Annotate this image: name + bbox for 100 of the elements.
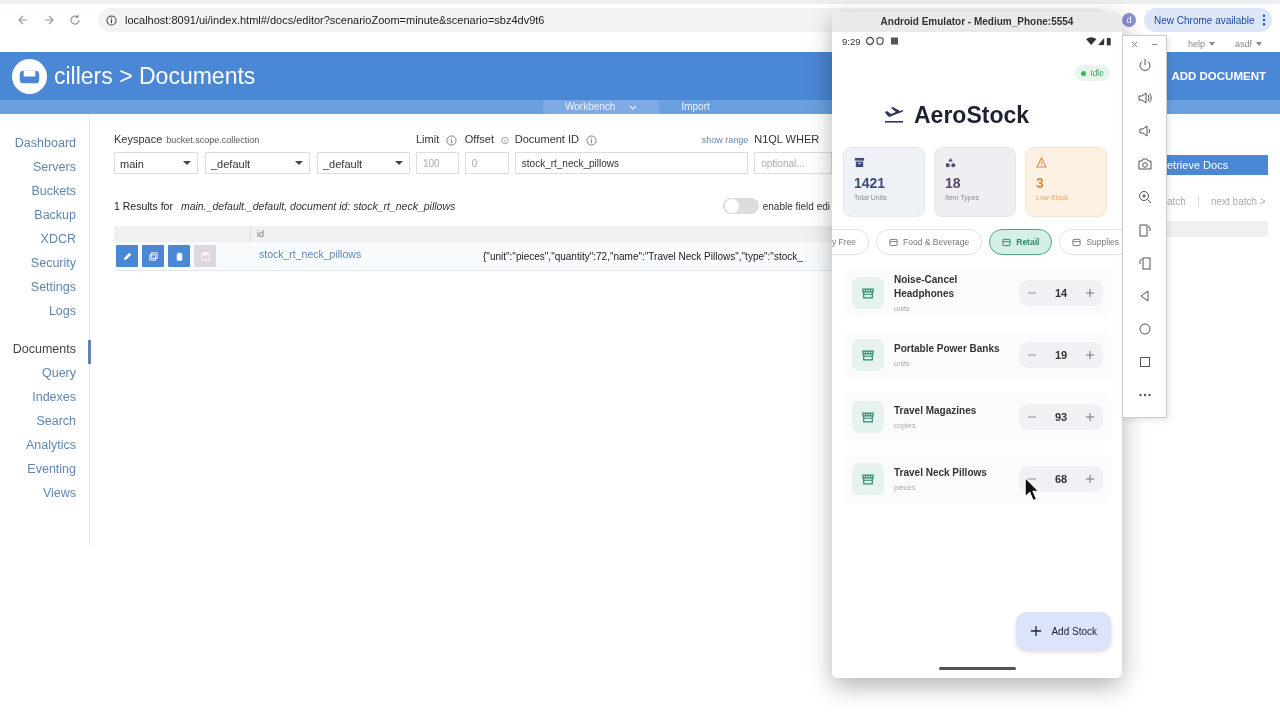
keyspace-hint: bucket.scope.collection [166, 135, 260, 145]
results-detail: main._default._default, document id: stock_rt_neck_pillows [180, 200, 456, 212]
status-icons [864, 36, 899, 46]
where-label: N1QL WHER [754, 133, 820, 145]
sidebar-item[interactable]: Dashboard [14, 134, 91, 158]
update-button[interactable]: New Chrome available [1144, 8, 1272, 32]
sidebar-item[interactable]: Servers [32, 158, 91, 182]
keyspace-select[interactable]: main [114, 152, 198, 174]
info-icon[interactable] [106, 14, 117, 26]
sidebar-item[interactable]: Search [36, 412, 91, 436]
rotate-right-icon[interactable] [1137, 256, 1152, 270]
sidebar-item[interactable]: Documents [12, 340, 91, 364]
limit-label: Limit [416, 133, 440, 145]
quantity-value: 19 [1054, 349, 1068, 361]
status-badge: Idle [1075, 65, 1110, 81]
volume-up-icon[interactable] [1137, 91, 1152, 105]
sidebar-item[interactable]: Security [30, 254, 91, 278]
sidebar-item[interactable]: Analytics [25, 436, 91, 460]
close-icon[interactable] [1131, 41, 1138, 48]
keyspace-label: Keyspace [114, 133, 163, 145]
delete-button[interactable] [168, 245, 190, 267]
sidebar-item[interactable]: Backup [34, 206, 91, 230]
sidebar-item[interactable]: Eventing [27, 460, 91, 484]
app-title: AeroStock [914, 101, 1030, 129]
caret-icon [1209, 42, 1215, 46]
more-icon[interactable] [1261, 14, 1266, 26]
subnav-tab[interactable]: Import [659, 100, 732, 114]
sidebar-item[interactable]: Buckets [31, 182, 91, 206]
sidebar-item[interactable]: Settings [30, 278, 91, 302]
copy-button[interactable] [142, 245, 164, 267]
stat-value: 18 [945, 175, 962, 191]
store-icon [852, 401, 884, 433]
sidebar-item[interactable]: Indexes [32, 388, 91, 412]
plus-icon [1085, 412, 1095, 422]
document-id-field[interactable]: stock_rt_neck_pillows [514, 152, 749, 174]
copy-icon [147, 250, 159, 262]
stat-value: 3 [1036, 175, 1045, 191]
home-icon[interactable] [1137, 322, 1152, 336]
plane-icon [884, 107, 904, 123]
logo-icon [12, 58, 47, 94]
subnav-tab[interactable]: Workbench [543, 100, 660, 114]
sidebar-item[interactable]: XDCR [40, 230, 91, 254]
keyspace-select[interactable]: _default [317, 152, 410, 174]
increase-button[interactable] [1085, 412, 1095, 422]
box-icon [889, 237, 899, 247]
where-field[interactable]: optional... [754, 152, 832, 174]
increase-button[interactable] [1085, 474, 1095, 484]
increase-button[interactable] [1085, 288, 1095, 298]
edit-button[interactable] [116, 245, 138, 267]
archive-icon [854, 157, 865, 168]
retrieve-docs-button[interactable]: etrieve Docs [1167, 155, 1268, 175]
home-indicator[interactable] [938, 667, 1016, 670]
item-name: Travel Neck Pillows [894, 466, 988, 480]
zoom-icon[interactable] [1137, 190, 1152, 204]
offset-field[interactable]: 0 [464, 152, 509, 174]
reload-icon[interactable] [69, 14, 81, 26]
keyspace-select[interactable]: _default [205, 152, 310, 174]
minimize-icon[interactable] [1151, 41, 1158, 48]
save-icon [199, 250, 211, 262]
document-json: {"unit":"pieces","quantity":72,"name":"Travel Neck Pillows","type":"stock_ [483, 250, 803, 262]
caret-icon [1256, 42, 1262, 46]
column-header: id [256, 228, 264, 241]
limit-field[interactable]: 100 [416, 152, 459, 174]
sidebar-item[interactable]: Views [42, 484, 91, 508]
profile-avatar[interactable]: d [1122, 13, 1136, 27]
quantity-value: 68 [1054, 473, 1068, 485]
volume-down-icon[interactable] [1137, 124, 1152, 138]
store-icon [852, 463, 884, 495]
plus-icon [1085, 288, 1095, 298]
store-icon [852, 277, 884, 309]
back-icon[interactable] [17, 14, 29, 26]
sidebar-item[interactable]: Logs [48, 302, 91, 326]
quantity-value: 14 [1054, 287, 1068, 299]
document-id-link[interactable]: stock_rt_neck_pillows [253, 248, 483, 260]
category-chip[interactable]: Retail [989, 229, 1053, 255]
item-name: Portable Power Banks [894, 342, 1001, 356]
store-icon [852, 339, 884, 371]
increase-button[interactable] [1085, 350, 1095, 360]
offset-label: Offset [464, 133, 494, 145]
next-batch-link[interactable]: next batch > [1210, 195, 1266, 207]
rotate-left-icon[interactable] [1137, 223, 1152, 237]
previous-batch-link[interactable]: atch [1167, 195, 1186, 207]
signal-battery-icon [1086, 36, 1112, 46]
item-name: Noise-Cancel Headphones [894, 273, 959, 301]
show-range-link[interactable]: show range [701, 135, 749, 145]
status-time: 9:29 [842, 35, 861, 47]
mouse-cursor-icon [1024, 476, 1040, 502]
sidebar-item[interactable]: Query [41, 364, 91, 388]
camera-icon[interactable] [1137, 157, 1152, 171]
quantity-value: 93 [1054, 411, 1068, 423]
overview-icon[interactable] [1137, 355, 1152, 369]
user-menu[interactable]: asdf [1235, 39, 1262, 49]
add-stock-button[interactable]: Add Stock [1016, 612, 1111, 650]
box-icon [1002, 237, 1012, 247]
field-edit-toggle[interactable] [722, 198, 759, 214]
pencil-icon [121, 250, 133, 262]
forward-icon[interactable] [43, 14, 55, 26]
power-icon[interactable] [1137, 58, 1152, 72]
user-menu[interactable]: help [1187, 39, 1215, 49]
add-document-button[interactable]: ADD DOCUMENT [1171, 70, 1266, 82]
